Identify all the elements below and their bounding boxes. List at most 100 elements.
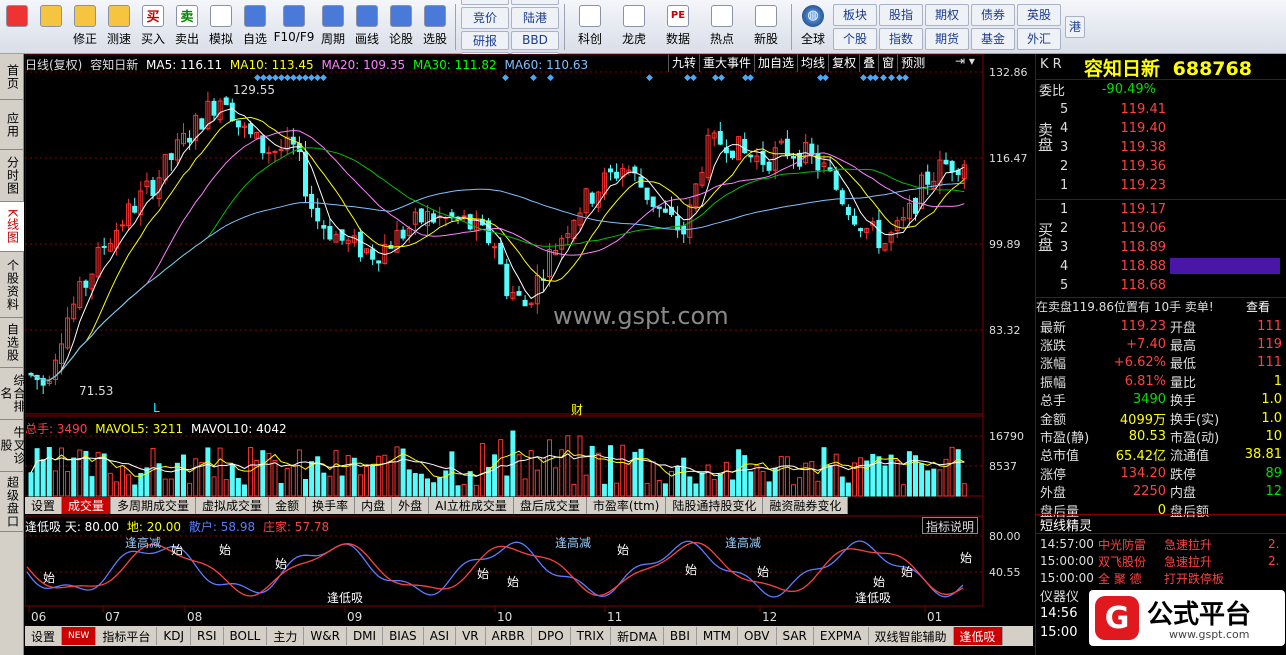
- global-button[interactable]: ◍ 全球: [795, 2, 831, 52]
- indicator-tab[interactable]: 双线智能辅助: [869, 627, 954, 645]
- indicator-tab[interactable]: BBI: [664, 627, 697, 645]
- chart-icon: [579, 4, 601, 27]
- indicator-tab[interactable]: BIAS: [383, 627, 424, 645]
- volume-tab[interactable]: 融资融券变化: [763, 497, 849, 514]
- pe-button[interactable]: PE 数据: [656, 2, 700, 52]
- indicator-tab[interactable]: EXPMA: [814, 627, 869, 645]
- volume-tab[interactable]: 内盘: [355, 497, 393, 514]
- indicator-tab[interactable]: 设置: [25, 627, 63, 645]
- volume-bar: [949, 446, 955, 497]
- indicator-tab[interactable]: 指标平台: [96, 627, 158, 645]
- volume-tab[interactable]: 金额: [269, 497, 307, 514]
- left-tab[interactable]: 个股资料: [0, 252, 24, 318]
- market-grid-button[interactable]: 股指: [879, 3, 923, 26]
- volume-tab[interactable]: 盘后成交量: [514, 497, 587, 514]
- f10-button[interactable]: F10/F9: [272, 2, 316, 52]
- back-arrow-button[interactable]: [34, 2, 68, 52]
- newstock-button[interactable]: 新股: [744, 2, 788, 52]
- market-grid-button[interactable]: 期货: [925, 27, 969, 50]
- volume-tab[interactable]: 虚拟成交量: [196, 497, 270, 514]
- discuss-button[interactable]: 论股: [384, 2, 418, 52]
- left-tab[interactable]: 牛叉诊股: [0, 420, 26, 472]
- volume-tab[interactable]: AI立桩成交量: [429, 497, 514, 514]
- indicator-tab[interactable]: TRIX: [571, 627, 612, 645]
- volume-tab[interactable]: 多周期成交量: [111, 497, 197, 514]
- indicator-tab[interactable]: 逢低吸: [953, 627, 1003, 645]
- star-button[interactable]: 自选: [238, 2, 272, 52]
- left-tab[interactable]: 综合排名: [0, 368, 26, 420]
- sell-button[interactable]: 卖卖出: [170, 2, 204, 52]
- pen-button[interactable]: 画线: [350, 2, 384, 52]
- indicator-help-button[interactable]: 指标说明: [922, 517, 978, 534]
- dragon-button[interactable]: 龙虎: [612, 2, 656, 52]
- arrows-button[interactable]: 修正: [68, 2, 102, 52]
- more-button[interactable]: 港: [1065, 15, 1085, 38]
- grid-button[interactable]: [0, 2, 34, 52]
- indicator-tab[interactable]: W&R: [304, 627, 347, 645]
- indicator-tab[interactable]: DPO: [532, 627, 571, 645]
- volume-tab[interactable]: 设置: [25, 497, 63, 514]
- market-grid-button[interactable]: 指数: [879, 27, 923, 50]
- indicator-tab[interactable]: DMI: [347, 627, 384, 645]
- clock-button[interactable]: 测速: [102, 2, 136, 52]
- indicator-tab[interactable]: ARBR: [486, 627, 532, 645]
- view-link[interactable]: 查看: [1246, 298, 1270, 315]
- event-diamond-icon: ◆: [530, 73, 537, 83]
- cycle-button[interactable]: 周期: [316, 2, 350, 52]
- market-grid-button[interactable]: 期权: [925, 3, 969, 26]
- info-grid-button[interactable]: BBD: [511, 30, 559, 50]
- shortline-row[interactable]: 15:00:00 双飞股份 急速拉升 2.: [1036, 552, 1286, 570]
- volume-tab[interactable]: 市盈率(ttm): [587, 497, 667, 514]
- indicator-tab[interactable]: NEW: [62, 627, 97, 645]
- volume-total: 总手: 3490: [25, 422, 88, 436]
- indicator-tab[interactable]: OBV: [738, 627, 777, 645]
- indicator-tab[interactable]: MTM: [697, 627, 738, 645]
- volume-bar: [821, 447, 827, 497]
- indicator-tab[interactable]: BOLL: [224, 627, 268, 645]
- volume-bar: [455, 485, 461, 497]
- hot-button[interactable]: 热点: [700, 2, 744, 52]
- market-grid-button[interactable]: 债券: [971, 3, 1015, 26]
- hammer-button[interactable]: 模拟: [204, 2, 238, 52]
- volume-tab[interactable]: 成交量: [62, 497, 112, 514]
- shortline-row[interactable]: 14:57:00 中光防雷 急速拉升 2.: [1036, 535, 1286, 553]
- volume-tab[interactable]: 陆股通持股变化: [666, 497, 764, 514]
- toolbar-button-label: 买入: [140, 31, 165, 46]
- indicator-tab[interactable]: 主力: [267, 627, 305, 645]
- info-grid-button[interactable]: 资讯: [461, 0, 509, 5]
- select-button[interactable]: 选股: [418, 2, 452, 52]
- buy-row: 4 118.88: [1036, 257, 1286, 275]
- indicator-tab[interactable]: 新DMA: [611, 627, 664, 645]
- left-tab[interactable]: 应用: [0, 100, 24, 150]
- info-grid-button[interactable]: 研报: [461, 30, 509, 50]
- market-grid-button[interactable]: 外汇: [1017, 27, 1061, 50]
- mavol5-value: MAVOL5: 3211: [95, 422, 184, 436]
- left-tab[interactable]: K线图: [0, 202, 24, 252]
- left-tab[interactable]: 超级盘口: [0, 472, 24, 532]
- indicator-tab[interactable]: ASI: [424, 627, 457, 645]
- buy-button[interactable]: 买买入: [136, 2, 170, 52]
- left-tab[interactable]: 首页: [0, 54, 24, 100]
- left-tab[interactable]: 自选股: [0, 318, 24, 368]
- toolbar-button-label: 数据: [665, 31, 690, 46]
- info-grid-button[interactable]: 资金: [511, 0, 559, 5]
- info-grid-button[interactable]: 竞价: [461, 6, 509, 29]
- market-grid-button[interactable]: 英股: [1017, 3, 1061, 26]
- shortline-row[interactable]: 15:00:00 全 聚 德 打开跌停板: [1036, 569, 1286, 587]
- indicator-tab[interactable]: VR: [456, 627, 486, 645]
- volume-tab[interactable]: 外盘: [392, 497, 430, 514]
- market-grid-button[interactable]: 个股: [833, 27, 877, 50]
- chart-button[interactable]: 科创: [568, 2, 612, 52]
- candle-body: [845, 206, 851, 216]
- indicator-tab[interactable]: KDJ: [157, 627, 192, 645]
- volume-bar: [296, 449, 302, 497]
- indicator-tab[interactable]: RSI: [191, 627, 224, 645]
- event-diamond-icon: ◆: [718, 73, 725, 83]
- market-grid-button[interactable]: 基金: [971, 27, 1015, 50]
- volume-tab[interactable]: 换手率: [306, 497, 356, 514]
- left-tab[interactable]: 分时图: [0, 150, 24, 202]
- market-grid-button[interactable]: 板块: [833, 3, 877, 26]
- info-grid-button[interactable]: 陆港: [511, 6, 559, 29]
- stat-value: 12: [1265, 484, 1282, 500]
- indicator-tab[interactable]: SAR: [777, 627, 814, 645]
